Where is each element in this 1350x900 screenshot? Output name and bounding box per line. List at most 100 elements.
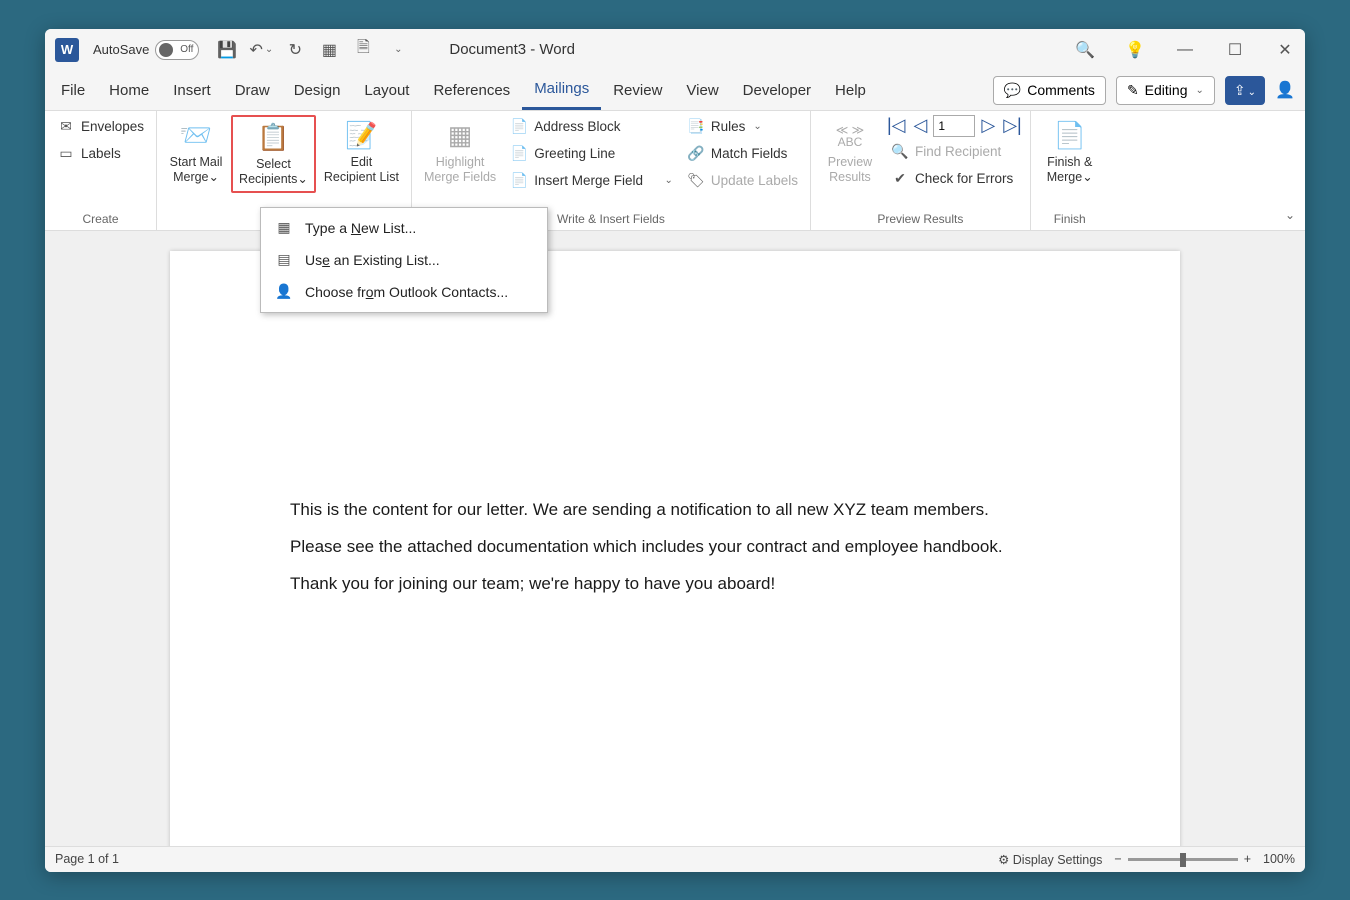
- zoom-level[interactable]: 100%: [1263, 852, 1295, 866]
- comments-button[interactable]: 💬 Comments: [993, 76, 1106, 105]
- qat-button-1[interactable]: ▦: [317, 38, 341, 62]
- select-recipients-icon: 📋: [256, 121, 290, 155]
- greeting-line-button[interactable]: 📄Greeting Line: [504, 142, 679, 166]
- labels-icon: ▭: [57, 145, 75, 163]
- menu-outlook-contacts[interactable]: 👤 Choose from Outlook Contacts...: [261, 276, 547, 308]
- close-icon[interactable]: ✕: [1275, 40, 1295, 60]
- tab-help[interactable]: Help: [823, 70, 878, 110]
- tab-design[interactable]: Design: [282, 70, 353, 110]
- finish-merge-button[interactable]: 📄 Finish &Merge⌄: [1037, 115, 1103, 189]
- find-recipient-label: Find Recipient: [915, 144, 1001, 159]
- highlight-icon: ▦: [443, 119, 477, 153]
- group-create-label: Create: [51, 210, 150, 228]
- start-mail-merge-icon: 📨: [179, 119, 213, 153]
- qat-button-2[interactable]: 🗎: [351, 38, 375, 62]
- tab-layout[interactable]: Layout: [352, 70, 421, 110]
- menu-type-new-list[interactable]: ▦ Type a New List...: [261, 212, 547, 244]
- select-recipients-label: SelectRecipients⌄: [239, 157, 308, 187]
- check-errors-button[interactable]: ✔Check for Errors: [885, 167, 1024, 191]
- tab-draw[interactable]: Draw: [223, 70, 282, 110]
- tab-file[interactable]: File: [49, 70, 97, 110]
- next-record-icon[interactable]: ▷: [979, 115, 997, 136]
- address-block-icon: 📄: [510, 118, 528, 136]
- find-recipient-button[interactable]: 🔍Find Recipient: [885, 140, 1024, 164]
- display-settings-label: Display Settings: [1013, 853, 1103, 867]
- menu-use-existing-label: Use an Existing List...: [305, 252, 440, 268]
- ribbon: ✉Envelopes ▭ Labels Create 📨 Start MailMe…: [45, 111, 1305, 231]
- group-finish-label: Finish: [1037, 210, 1103, 228]
- undo-icon[interactable]: ↶⌄: [249, 38, 273, 62]
- toggle-knob: [159, 43, 173, 57]
- preview-results-button[interactable]: ≪ ≫ABC PreviewResults: [817, 115, 883, 189]
- start-mail-merge-button[interactable]: 📨 Start MailMerge⌄: [163, 115, 229, 189]
- highlight-merge-fields-button[interactable]: ▦ HighlightMerge Fields: [418, 115, 502, 189]
- last-record-icon[interactable]: ▷|: [1001, 115, 1024, 136]
- labels-label: Labels: [81, 146, 121, 161]
- insert-merge-field-button[interactable]: 📄Insert Merge Field ⌄: [504, 169, 679, 193]
- edit-recipient-list-button[interactable]: 📝 EditRecipient List: [318, 115, 405, 189]
- zoom-out-icon[interactable]: −: [1114, 852, 1121, 866]
- update-labels-button[interactable]: 🏷Update Labels: [681, 169, 804, 193]
- first-record-icon[interactable]: |◁: [885, 115, 908, 136]
- edit-recipient-list-label: EditRecipient List: [324, 155, 399, 185]
- maximize-icon[interactable]: ☐: [1225, 40, 1245, 60]
- qat-customize-icon[interactable]: ⌄: [385, 38, 409, 62]
- address-block-label: Address Block: [534, 119, 620, 134]
- menu-type-new-list-label: Type a New List...: [305, 220, 416, 236]
- menu-outlook-label: Choose from Outlook Contacts...: [305, 284, 508, 300]
- account-icon[interactable]: 👤: [1275, 80, 1295, 100]
- address-block-button[interactable]: 📄 Address Block: [504, 115, 679, 139]
- autosave-toggle[interactable]: Off: [155, 40, 199, 60]
- lightbulb-icon[interactable]: 💡: [1125, 40, 1145, 60]
- document-area[interactable]: This is the content for our letter. We a…: [45, 231, 1305, 846]
- editing-button[interactable]: ✎ Editing ⌄: [1116, 76, 1215, 105]
- autosave-state: Off: [180, 44, 193, 55]
- document-page[interactable]: This is the content for our letter. We a…: [170, 251, 1180, 846]
- paragraph-3: Thank you for joining our team; we're ha…: [290, 565, 1060, 602]
- finish-merge-icon: 📄: [1053, 119, 1087, 153]
- tab-developer[interactable]: Developer: [731, 70, 823, 110]
- highlight-label: HighlightMerge Fields: [424, 155, 496, 185]
- slider-thumb[interactable]: [1180, 853, 1186, 867]
- match-fields-button[interactable]: 🔗 Match Fields: [681, 142, 804, 166]
- greeting-line-label: Greeting Line: [534, 146, 615, 161]
- tab-home[interactable]: Home: [97, 70, 161, 110]
- select-recipients-button[interactable]: 📋 SelectRecipients⌄: [231, 115, 316, 193]
- page-indicator[interactable]: Page 1 of 1: [55, 852, 119, 866]
- tab-mailings[interactable]: Mailings: [522, 70, 601, 110]
- slider-track[interactable]: [1128, 858, 1238, 861]
- tab-view[interactable]: View: [674, 70, 730, 110]
- paragraph-1: This is the content for our letter. We a…: [290, 491, 1060, 528]
- envelopes-button[interactable]: ✉Envelopes: [51, 115, 150, 139]
- ribbon-collapse-icon[interactable]: ⌄: [1285, 208, 1295, 222]
- display-settings-button[interactable]: ⚙ Display Settings: [998, 852, 1102, 867]
- preview-results-label: PreviewResults: [828, 155, 872, 185]
- group-create: ✉Envelopes ▭ Labels Create: [45, 111, 157, 230]
- zoom-slider[interactable]: − +: [1114, 852, 1251, 866]
- search-icon[interactable]: 🔍: [1075, 40, 1095, 60]
- group-preview-results: ≪ ≫ABC PreviewResults |◁ ◁ ▷ ▷| 🔍Find Re…: [811, 111, 1031, 230]
- status-bar: Page 1 of 1 ⚙ Display Settings − + 100%: [45, 846, 1305, 872]
- record-number-input[interactable]: [933, 115, 975, 137]
- match-fields-icon: 🔗: [687, 145, 705, 163]
- insert-merge-field-icon: 📄: [510, 172, 528, 190]
- tab-references[interactable]: References: [421, 70, 522, 110]
- share-button[interactable]: ⇪⌄: [1225, 76, 1265, 105]
- rules-label: Rules: [711, 119, 746, 134]
- tab-insert[interactable]: Insert: [161, 70, 223, 110]
- match-fields-label: Match Fields: [711, 146, 788, 161]
- redo-icon[interactable]: ↻: [283, 38, 307, 62]
- menu-use-existing-list[interactable]: ▤ Use an Existing List...: [261, 244, 547, 276]
- select-recipients-menu: ▦ Type a New List... ▤ Use an Existing L…: [260, 207, 548, 313]
- save-icon[interactable]: 💾: [215, 38, 239, 62]
- labels-button[interactable]: ▭ Labels: [51, 142, 150, 166]
- tab-review[interactable]: Review: [601, 70, 674, 110]
- prev-record-icon[interactable]: ◁: [912, 115, 930, 136]
- zoom-in-icon[interactable]: +: [1244, 852, 1251, 866]
- minimize-icon[interactable]: ―: [1175, 40, 1195, 60]
- rules-button[interactable]: 📑Rules⌄: [681, 115, 804, 139]
- start-mail-merge-label: Start MailMerge⌄: [170, 155, 223, 185]
- word-app-icon: W: [55, 38, 79, 62]
- group-preview-label: Preview Results: [817, 210, 1024, 228]
- editing-label: Editing: [1145, 82, 1188, 98]
